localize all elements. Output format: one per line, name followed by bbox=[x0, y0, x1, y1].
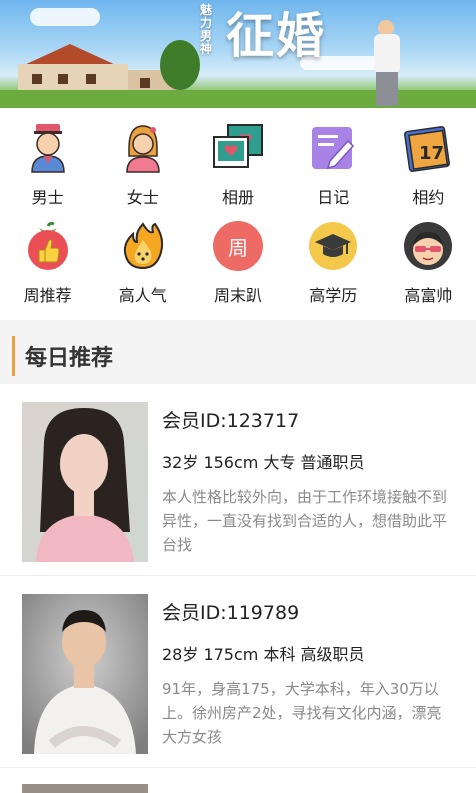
member-description: 本人性格比较外向，由于工作环境接触不到异性，一直没有找到合适的人，想借助此平台找 bbox=[162, 488, 448, 554]
cool-guy-icon bbox=[400, 218, 456, 274]
tree-image bbox=[160, 40, 200, 90]
banner-tagline: 魅力男神 bbox=[200, 3, 213, 56]
member-stats: 28岁 175cm 本科 高级职员 bbox=[162, 645, 365, 664]
category-album[interactable]: 相册 bbox=[190, 120, 285, 216]
member-list: 会员ID:123717 32岁 156cm 大专 普通职员 本人性格比较外向，由… bbox=[0, 384, 476, 793]
category-label: 周末趴 bbox=[213, 286, 262, 305]
member-info: 会员ID:119789 28岁 175cm 本科 高级职员 91年，身高175，… bbox=[162, 594, 456, 749]
category-weekly-recommend[interactable]: 周推荐 bbox=[0, 218, 95, 314]
graduation-cap-icon bbox=[305, 218, 361, 274]
category-man[interactable]: 男士 bbox=[0, 120, 95, 216]
category-label: 高富帅 bbox=[404, 286, 453, 305]
category-label: 男士 bbox=[31, 188, 64, 207]
category-label: 高人气 bbox=[118, 286, 167, 305]
woman-icon bbox=[115, 120, 171, 176]
diary-icon bbox=[305, 120, 361, 176]
top-banner[interactable]: 魅力男神 征婚 bbox=[0, 0, 476, 108]
member-id: 会员ID:119789 bbox=[162, 602, 300, 624]
category-label: 日记 bbox=[317, 188, 350, 207]
category-label: 女士 bbox=[126, 188, 159, 207]
thumbs-up-icon bbox=[20, 218, 76, 274]
category-rich-handsome[interactable]: 高富帅 bbox=[381, 218, 476, 314]
member-photo[interactable] bbox=[22, 594, 148, 754]
member-card[interactable]: 会员ID:119789 28岁 175cm 本科 高级职员 91年，身高175，… bbox=[0, 576, 476, 768]
category-grid: 男士 女士 相册 日记 17 相约 周推荐 高人气 周 周末趴 高学历 高富帅 bbox=[0, 108, 476, 320]
category-popular[interactable]: 高人气 bbox=[95, 218, 190, 314]
member-stats: 32岁 156cm 大专 普通职员 bbox=[162, 453, 365, 472]
golfer-image bbox=[366, 20, 406, 106]
member-id: 会员ID:123717 bbox=[162, 410, 300, 432]
member-description: 91年，身高175，大学本科，年入30万以上。徐州房产2处，寻找有文化内涵，漂亮… bbox=[162, 680, 442, 746]
cloud-decoration bbox=[30, 8, 100, 26]
category-label: 高学历 bbox=[309, 286, 358, 305]
category-diary[interactable]: 日记 bbox=[286, 120, 381, 216]
category-label: 相约 bbox=[412, 188, 445, 207]
member-card[interactable]: 会员ID:123717 32岁 156cm 大专 普通职员 本人性格比较外向，由… bbox=[0, 384, 476, 576]
banner-title: 征婚 bbox=[226, 8, 327, 64]
category-woman[interactable]: 女士 bbox=[95, 120, 190, 216]
category-high-education[interactable]: 高学历 bbox=[286, 218, 381, 314]
member-photo[interactable] bbox=[22, 402, 148, 562]
member-card-partial[interactable] bbox=[0, 768, 476, 793]
daily-recommend-section: 每日推荐 bbox=[0, 320, 476, 384]
man-icon bbox=[20, 120, 76, 176]
category-label: 相册 bbox=[221, 188, 254, 207]
svg-text:17: 17 bbox=[419, 143, 444, 164]
section-header: 每日推荐 bbox=[0, 330, 476, 382]
member-info: 会员ID:123717 32岁 156cm 大专 普通职员 本人性格比较外向，由… bbox=[162, 402, 456, 557]
member-photo bbox=[22, 784, 148, 793]
appointment-calendar-icon: 17 bbox=[400, 120, 456, 176]
section-accent-bar bbox=[12, 336, 15, 376]
weekend-party-icon: 周 bbox=[210, 218, 266, 274]
category-weekend-party[interactable]: 周 周末趴 bbox=[190, 218, 285, 314]
category-date[interactable]: 17 相约 bbox=[381, 120, 476, 216]
category-label: 周推荐 bbox=[23, 286, 72, 305]
section-title: 每日推荐 bbox=[25, 346, 114, 371]
weekend-glyph: 周 bbox=[212, 221, 263, 271]
photo-album-icon bbox=[210, 120, 266, 176]
flame-icon bbox=[115, 218, 171, 274]
